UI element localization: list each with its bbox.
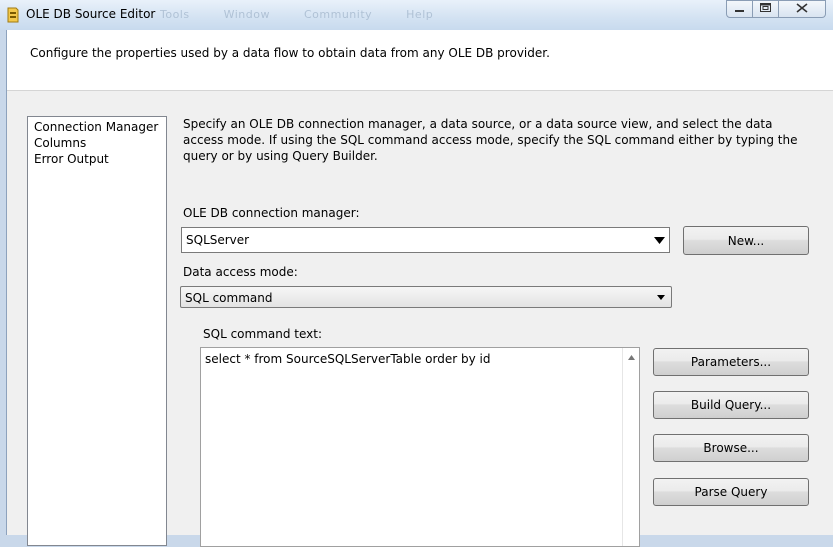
browse-button-label: Browse...	[703, 441, 759, 455]
window-title: OLE DB Source Editor	[26, 7, 156, 21]
build-query-button-label: Build Query...	[690, 398, 772, 412]
chevron-down-icon[interactable]	[649, 228, 669, 252]
background-menu: Tools Window Community Help	[160, 8, 463, 21]
parse-query-button[interactable]: Parse Query	[653, 478, 809, 506]
background-menu-item: Window	[223, 8, 270, 21]
background-menu-item: Tools	[160, 8, 190, 21]
parse-query-button-label: Parse Query	[694, 485, 768, 499]
access-mode-select[interactable]: SQL command	[180, 286, 672, 308]
page-description: Specify an OLE DB connection manager, a …	[183, 117, 798, 163]
access-mode-value: SQL command	[185, 291, 273, 305]
sql-command-label: SQL command text:	[203, 327, 322, 341]
nav-item-connection-manager[interactable]: Connection Manager	[34, 120, 158, 134]
connection-manager-label: OLE DB connection manager:	[183, 206, 360, 220]
new-connection-button[interactable]: New...	[683, 226, 809, 255]
parameters-button-label: Parameters...	[690, 355, 772, 369]
background-menu-item: Help	[406, 8, 434, 21]
browse-button[interactable]: Browse...	[653, 434, 809, 462]
nav-item-error-output[interactable]: Error Output	[34, 152, 109, 166]
ssis-package-icon	[6, 7, 20, 23]
parameters-button[interactable]: Parameters...	[653, 348, 809, 376]
header-band: Configure the properties used by a data …	[7, 30, 833, 91]
dialog-body: Configure the properties used by a data …	[6, 30, 833, 547]
title-bar: OLE DB Source Editor Tools Window Commun…	[0, 0, 833, 30]
maximize-icon	[760, 2, 771, 16]
chevron-down-icon[interactable]	[653, 287, 669, 307]
sql-command-text[interactable]: select * from SourceSQLServerTable order…	[205, 352, 490, 366]
background-menu-item: Community	[303, 8, 373, 21]
vertical-scrollbar[interactable]	[622, 348, 639, 546]
minimize-icon	[734, 2, 745, 16]
close-button[interactable]	[779, 0, 826, 18]
nav-panel: Connection Manager Columns Error Output	[27, 116, 167, 546]
minimize-button[interactable]	[726, 0, 753, 18]
access-mode-label: Data access mode:	[183, 265, 298, 279]
connection-manager-combo[interactable]: SQLServer	[181, 227, 670, 253]
header-description: Configure the properties used by a data …	[30, 46, 550, 60]
connection-manager-value: SQLServer	[186, 233, 250, 247]
sql-command-textarea[interactable]: select * from SourceSQLServerTable order…	[200, 347, 640, 547]
close-icon	[796, 2, 808, 16]
build-query-button[interactable]: Build Query...	[653, 391, 809, 419]
window-controls	[726, 0, 826, 20]
scroll-up-icon[interactable]	[623, 350, 639, 364]
nav-item-columns[interactable]: Columns	[34, 136, 86, 150]
maximize-button[interactable]	[753, 0, 779, 18]
new-button-label: New...	[727, 233, 765, 248]
